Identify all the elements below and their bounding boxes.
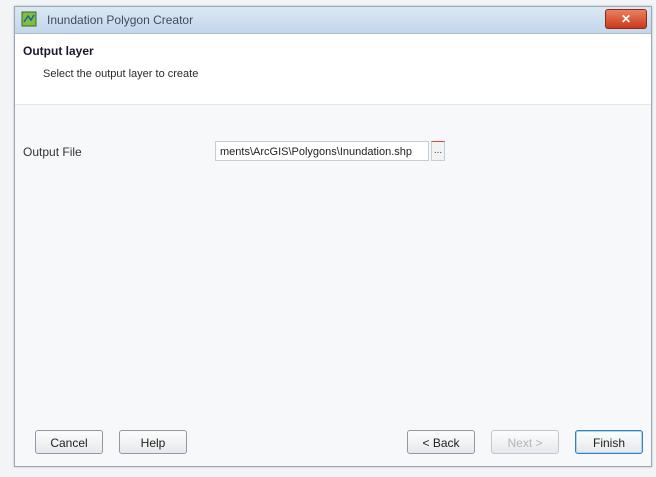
close-button[interactable]: ✕ [605,9,647,29]
next-button[interactable]: Next > [491,430,559,454]
app-icon [21,11,37,27]
wizard-window: Inundation Polygon Creator ✕ Output laye… [14,6,652,467]
back-button[interactable]: < Back [407,430,475,454]
browse-button[interactable]: ... [431,141,445,161]
page-subtitle: Select the output layer to create [43,68,199,80]
output-file-field[interactable]: ments\ArcGIS\Polygons\Inundation.shp [215,141,429,161]
window-title: Inundation Polygon Creator [47,13,194,27]
title-bar[interactable]: Inundation Polygon Creator ✕ [15,7,651,34]
page-title: Output layer [23,44,94,58]
wizard-footer: Cancel Help < Back Next > Finish [15,414,651,466]
wizard-content: Output File ments\ArcGIS\Polygons\Inunda… [15,104,651,414]
wizard-header: Output layer Select the output layer to … [15,34,651,104]
cancel-button[interactable]: Cancel [35,430,103,454]
finish-button[interactable]: Finish [575,430,643,454]
output-file-label: Output File [23,145,82,159]
help-button[interactable]: Help [119,430,187,454]
